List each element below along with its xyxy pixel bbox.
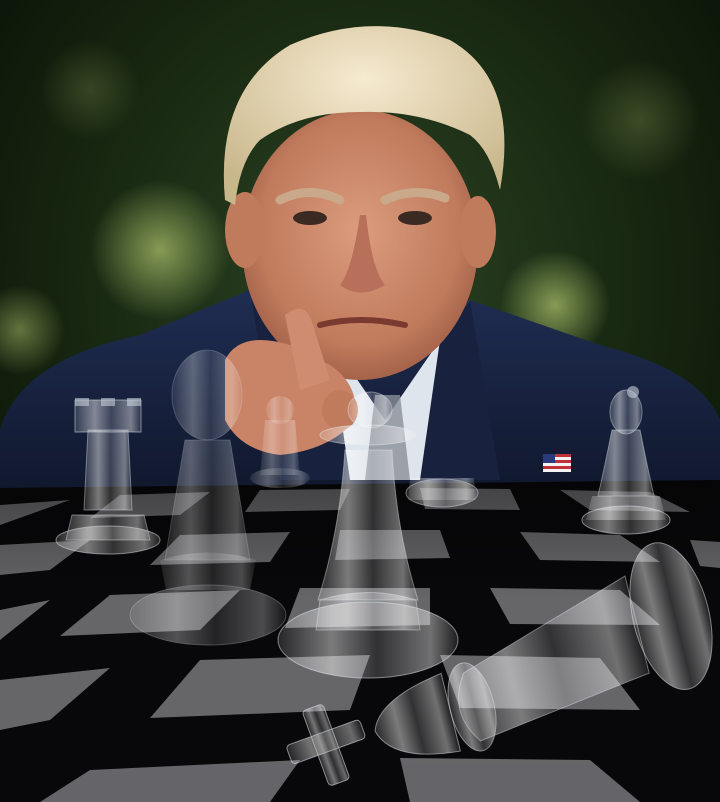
scene-svg (0, 0, 720, 802)
glass-pawn-right (405, 478, 479, 508)
photo-scene (0, 0, 720, 802)
american-flag-pin-icon (543, 454, 571, 472)
